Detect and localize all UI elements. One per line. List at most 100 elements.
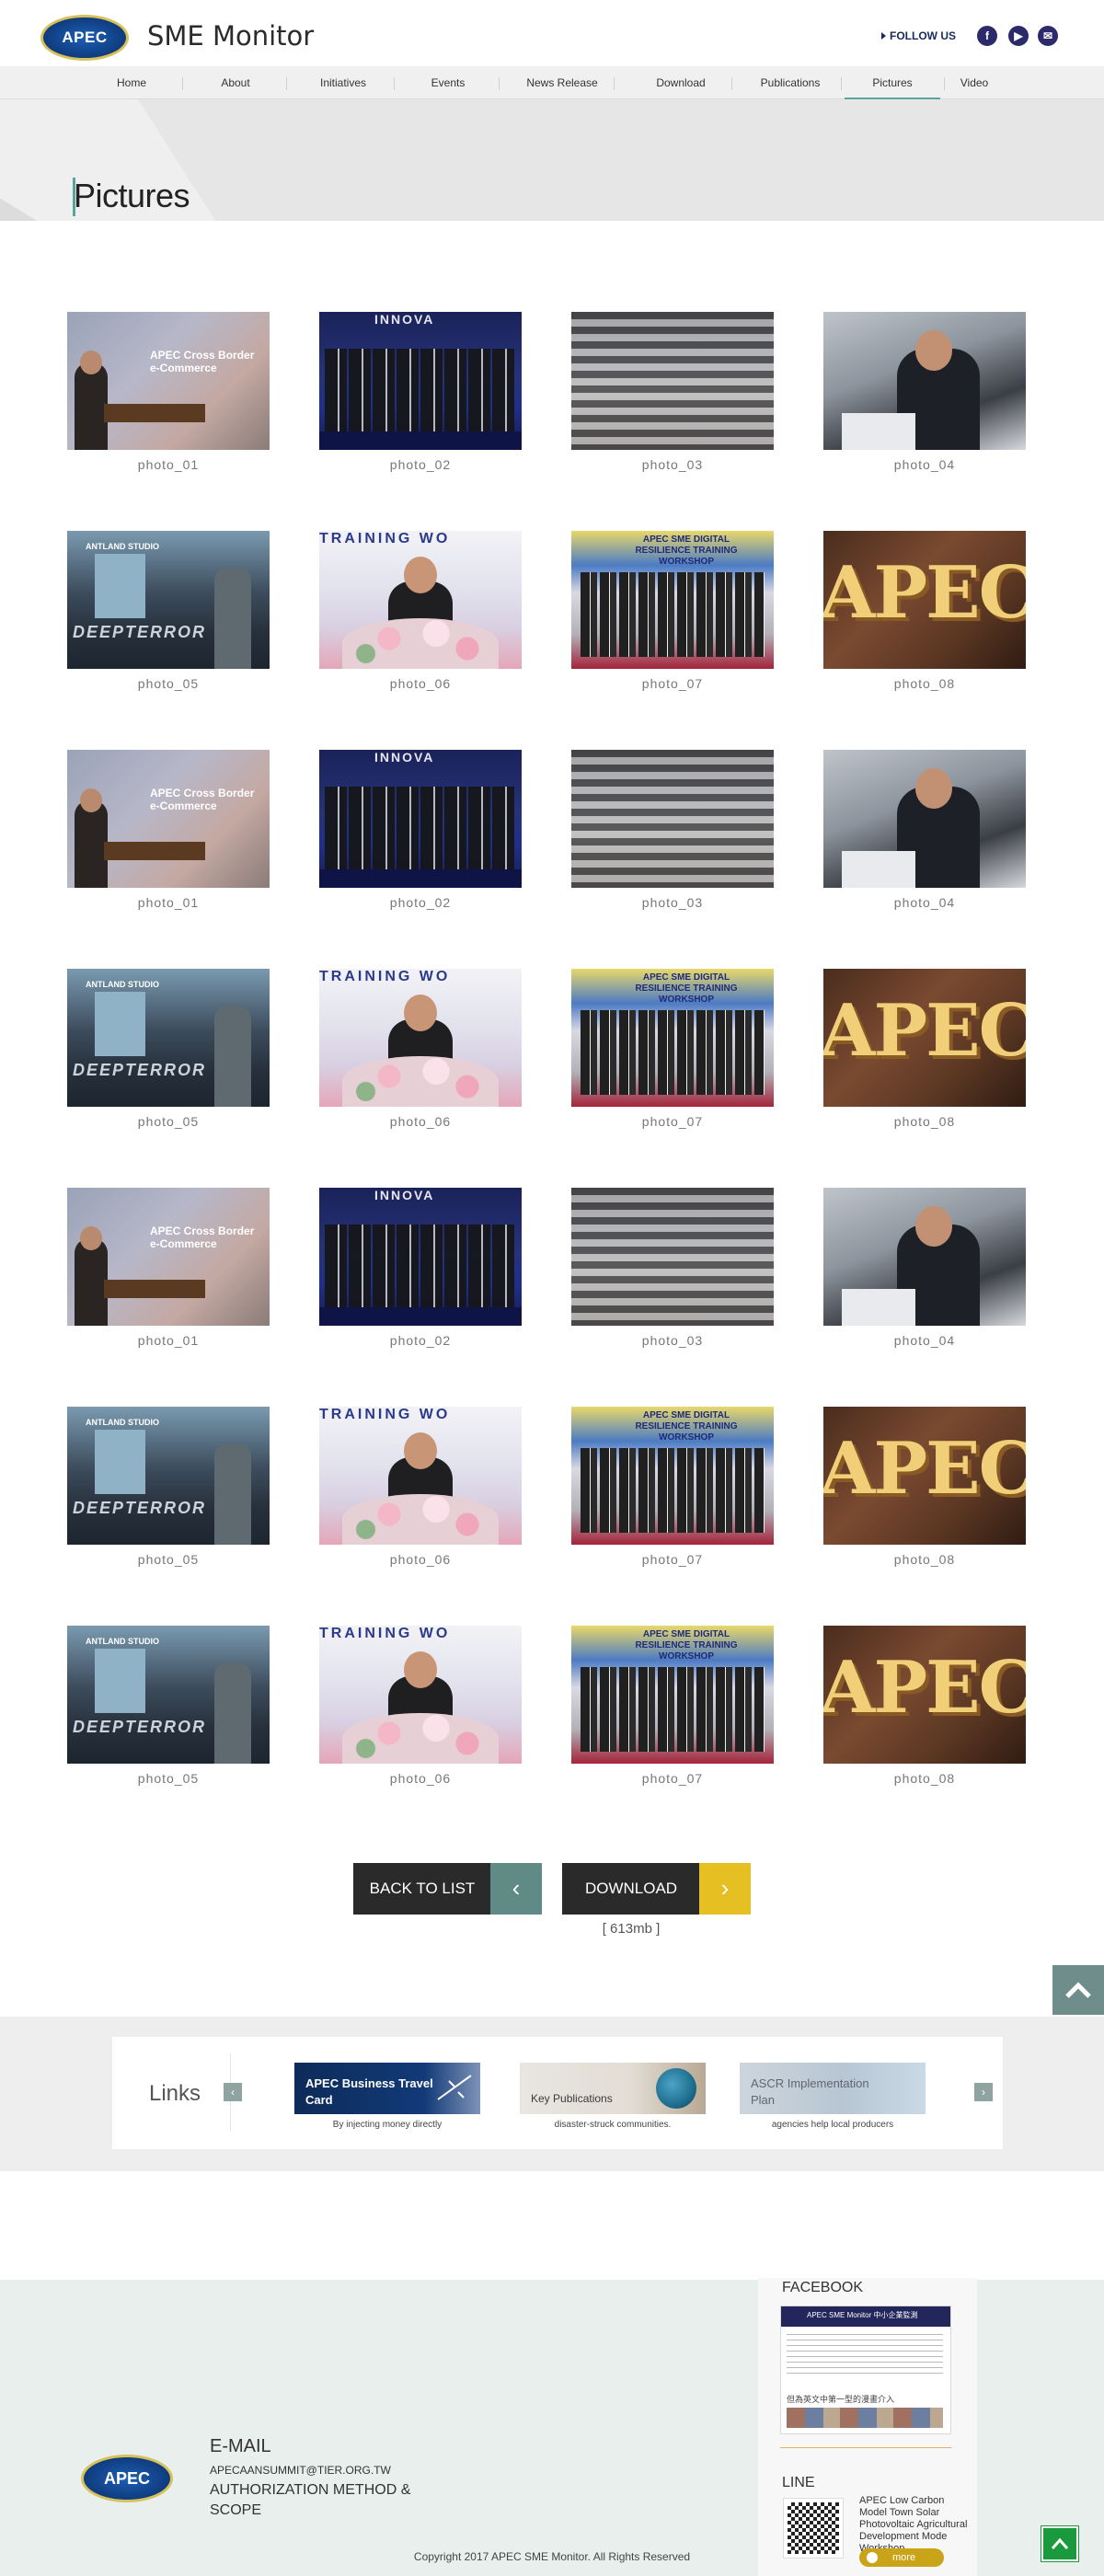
photo-thumbnail[interactable]: ANTLAND STUDIO DEEPTERROR <box>67 1407 270 1545</box>
link-card-ascr-plan[interactable]: ASCR Implementation Plan <box>740 2063 926 2114</box>
photo-thumbnail[interactable]: APEC Cross Border e-Commerce <box>67 1188 270 1326</box>
photo-thumbnail[interactable]: ANTLAND STUDIO DEEPTERROR <box>67 531 270 669</box>
mail-icon[interactable]: ✉ <box>1038 26 1058 46</box>
nav-item-download[interactable]: Download <box>630 66 731 99</box>
gallery-item[interactable]: ANTLAND STUDIO DEEPTERROR photo_05 <box>67 1626 270 1800</box>
nav-item-video[interactable]: Video <box>924 66 1025 99</box>
apec-logo[interactable]: APEC <box>40 15 129 61</box>
gallery-item[interactable]: TRAINING WO photo_06 <box>319 1407 522 1581</box>
photo-thumbnail[interactable]: ANTLAND STUDIO DEEPTERROR <box>67 969 270 1107</box>
laptop <box>842 851 915 888</box>
gallery-item[interactable]: APEC SME DIGITAL RESILIENCE TRAINING WOR… <box>571 1407 774 1581</box>
photo-caption: photo_04 <box>893 895 956 910</box>
link-card-title: Key Publications <box>531 2092 613 2105</box>
site-title[interactable]: SME Monitor <box>147 20 314 52</box>
gallery-item[interactable]: photo_03 <box>571 1188 774 1363</box>
carousel-prev-button[interactable]: ‹ <box>224 2083 242 2101</box>
photo-thumbnail[interactable]: ANTLAND STUDIO DEEPTERROR <box>67 1626 270 1764</box>
photo-thumbnail[interactable] <box>823 750 1026 888</box>
gallery-item[interactable]: TRAINING WO photo_06 <box>319 969 522 1144</box>
gallery-item[interactable]: photo_03 <box>571 750 774 925</box>
back-to-top-button[interactable] <box>1052 1965 1104 2015</box>
nav-item-publications[interactable]: Publications <box>740 66 841 99</box>
photo-overlay-text: INNOVA <box>374 1188 435 1202</box>
photo-thumbnail[interactable]: APEC Cross Border e-Commerce <box>67 750 270 888</box>
gallery-item[interactable]: APEC SME DIGITAL RESILIENCE TRAINING WOR… <box>571 1626 774 1800</box>
podium <box>104 842 205 860</box>
laptop <box>842 1289 915 1326</box>
gallery-item[interactable]: APEC Cross Border e-Commerce photo_01 <box>67 312 270 487</box>
photo-thumbnail[interactable] <box>823 1188 1026 1326</box>
speaker-head <box>80 1226 102 1250</box>
gallery-item[interactable]: APEC Cross Border e-Commerce photo_01 <box>67 1188 270 1363</box>
photo-overlay-text: APEC Cross Border e-Commerce <box>150 1225 255 1250</box>
scroll-top-button[interactable] <box>1041 2525 1079 2562</box>
link-card-business-travel[interactable]: APEC Business Travel Card <box>294 2063 480 2114</box>
chevron-up-icon <box>1065 1982 1091 1998</box>
photo-thumbnail[interactable]: TRAINING WO <box>319 531 522 669</box>
gallery-item[interactable]: APEC photo_08 <box>823 969 1026 1144</box>
photo-thumbnail[interactable]: APEC SME DIGITAL RESILIENCE TRAINING WOR… <box>571 1407 774 1545</box>
gallery-item[interactable]: ANTLAND STUDIO DEEPTERROR photo_05 <box>67 969 270 1144</box>
nav-item-news-release[interactable]: News Release <box>512 66 613 99</box>
photo-thumbnail[interactable] <box>571 312 774 450</box>
photo-thumbnail[interactable]: TRAINING WO <box>319 1626 522 1764</box>
photo-thumbnail[interactable]: APEC SME DIGITAL RESILIENCE TRAINING WOR… <box>571 1626 774 1764</box>
photo-overlay-text: INNOVA <box>374 750 435 765</box>
download-button[interactable]: DOWNLOAD › <box>562 1863 751 1915</box>
follow-us-link[interactable]: FOLLOW US <box>881 29 956 42</box>
photo-thumbnail[interactable]: APEC Cross Border e-Commerce <box>67 312 270 450</box>
facebook-icon[interactable]: f <box>977 26 997 46</box>
photo-thumbnail[interactable]: APEC <box>823 1407 1026 1545</box>
photo-thumbnail[interactable]: APEC SME DIGITAL RESILIENCE TRAINING WOR… <box>571 531 774 669</box>
group-figures <box>581 1448 765 1533</box>
photo-thumbnail[interactable]: APEC SME DIGITAL RESILIENCE TRAINING WOR… <box>571 969 774 1107</box>
airplane-icon <box>437 2075 472 2100</box>
link-card-key-publications[interactable]: Key Publications <box>520 2063 706 2114</box>
photo-thumbnail[interactable] <box>571 750 774 888</box>
photo-thumbnail[interactable] <box>571 1188 774 1326</box>
photo-thumbnail[interactable]: INNOVA <box>319 750 522 888</box>
gallery-item[interactable]: APEC SME DIGITAL RESILIENCE TRAINING WOR… <box>571 531 774 706</box>
nav-item-events[interactable]: Events <box>397 66 499 99</box>
gallery-item[interactable]: APEC photo_08 <box>823 1407 1026 1581</box>
gallery-item[interactable]: ANTLAND STUDIO DEEPTERROR photo_05 <box>67 1407 270 1581</box>
gallery-item[interactable]: INNOVA photo_02 <box>319 750 522 925</box>
gallery-item[interactable]: photo_03 <box>571 312 774 487</box>
gallery-item[interactable]: INNOVA photo_02 <box>319 312 522 487</box>
gallery-item[interactable]: TRAINING WO photo_06 <box>319 531 522 706</box>
site-header: APEC SME Monitor FOLLOW US f ▶ ✉ <box>0 0 1104 66</box>
gallery-item[interactable]: TRAINING WO photo_06 <box>319 1626 522 1800</box>
carousel-next-button[interactable]: › <box>974 2083 993 2101</box>
photo-thumbnail[interactable]: APEC <box>823 969 1026 1107</box>
gallery-item[interactable]: APEC photo_08 <box>823 1626 1026 1800</box>
nav-item-initiatives[interactable]: Initiatives <box>293 66 394 99</box>
photo-thumbnail[interactable] <box>823 312 1026 450</box>
gallery-item[interactable]: photo_04 <box>823 1188 1026 1363</box>
youtube-icon[interactable]: ▶ <box>1008 26 1029 46</box>
nav-item-home[interactable]: Home <box>81 66 182 99</box>
gallery-item[interactable]: ANTLAND STUDIO DEEPTERROR photo_05 <box>67 531 270 706</box>
gallery-item[interactable]: APEC photo_08 <box>823 531 1026 706</box>
authorization-link[interactable]: AUTHORIZATION METHOD & SCOPE <box>210 2480 431 2521</box>
gallery-item[interactable]: INNOVA photo_02 <box>319 1188 522 1363</box>
photo-thumbnail[interactable]: INNOVA <box>319 1188 522 1326</box>
photo-thumbnail[interactable]: APEC <box>823 1626 1026 1764</box>
gallery-item[interactable]: APEC SME DIGITAL RESILIENCE TRAINING WOR… <box>571 969 774 1144</box>
back-to-list-button[interactable]: BACK TO LIST ‹ <box>353 1863 542 1915</box>
nav-item-about[interactable]: About <box>185 66 286 99</box>
facebook-embed[interactable]: APEC SME Monitor 中小企業監測 但為英文中第一型的漫畫介入 <box>780 2306 951 2434</box>
photo-thumbnail[interactable]: TRAINING WO <box>319 1407 522 1545</box>
gallery-item[interactable]: photo_04 <box>823 312 1026 487</box>
photo-thumbnail[interactable]: INNOVA <box>319 312 522 450</box>
display-screen <box>95 1430 145 1494</box>
chevron-right-icon: › <box>699 1863 751 1915</box>
photo-thumbnail[interactable]: TRAINING WO <box>319 969 522 1107</box>
gallery-item[interactable]: photo_04 <box>823 750 1026 925</box>
link-card-subtitle: disaster-struck communities. <box>554 2120 672 2130</box>
line-more-button[interactable]: more <box>859 2548 944 2567</box>
email-address-link[interactable]: APECAANSUMMIT@TIER.ORG.TW <box>210 2464 391 2477</box>
gallery-item[interactable]: APEC Cross Border e-Commerce photo_01 <box>67 750 270 925</box>
photo-thumbnail[interactable]: APEC <box>823 531 1026 669</box>
man-head <box>915 1206 952 1247</box>
